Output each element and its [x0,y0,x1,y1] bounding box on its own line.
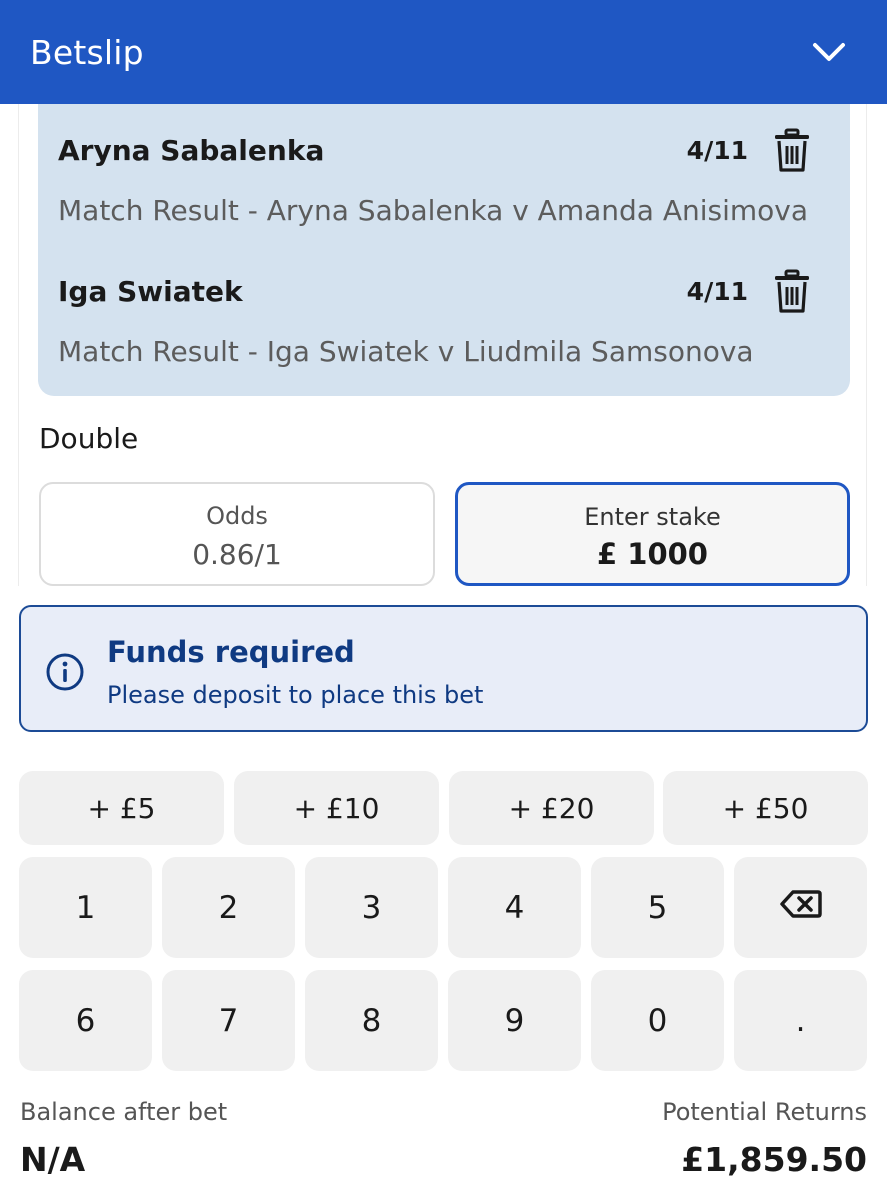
potential-returns-value: £1,859.50 [681,1140,867,1179]
balance-after-bet-label: Balance after bet [20,1098,228,1126]
chevron-down-icon[interactable] [809,32,849,72]
key-0[interactable]: 0 [591,970,724,1071]
key-7[interactable]: 7 [162,970,295,1071]
selection-odds: 4/11 [686,277,748,306]
selection-name: Aryna Sabalenka [58,134,325,167]
quick-stake-50-button[interactable]: + £50 [663,771,868,845]
backspace-key[interactable] [734,857,867,958]
betslip-title: Betslip [30,32,144,72]
key-decimal[interactable]: . [734,970,867,1071]
info-icon [45,652,85,692]
trash-icon[interactable] [772,128,812,174]
quick-stake-20-button[interactable]: + £20 [449,771,654,845]
quick-stake-10-button[interactable]: + £10 [234,771,439,845]
selection-market: Match Result - Aryna Sabalenka v Amanda … [58,194,809,227]
selection-market: Match Result - Iga Swiatek v Liudmila Sa… [58,335,754,368]
funds-required-alert: Funds required Please deposit to place t… [19,605,868,732]
stake-input[interactable]: Enter stake £ 1000 [455,482,850,586]
key-2[interactable]: 2 [162,857,295,958]
key-9[interactable]: 9 [448,970,581,1071]
key-8[interactable]: 8 [305,970,438,1071]
backspace-icon [779,889,822,927]
key-1[interactable]: 1 [19,857,152,958]
potential-returns-label: Potential Returns [662,1098,867,1126]
betslip-content[interactable]: Aryna Sabalenka 4/11 Match Result - Aryn… [18,104,867,586]
selections-list: Aryna Sabalenka 4/11 Match Result - Aryn… [38,104,850,396]
odds-label: Odds [206,502,268,530]
trash-icon[interactable] [772,269,812,315]
alert-title: Funds required [107,635,355,669]
key-4[interactable]: 4 [448,857,581,958]
balance-after-bet-value: N/A [20,1140,86,1179]
key-6[interactable]: 6 [19,970,152,1071]
alert-message: Please deposit to place this bet [107,681,484,709]
selection-odds: 4/11 [686,136,748,165]
bet-type-label: Double [39,422,139,455]
odds-display: Odds 0.86/1 [39,482,435,586]
key-3[interactable]: 3 [305,857,438,958]
quick-stake-5-button[interactable]: + £5 [19,771,224,845]
key-5[interactable]: 5 [591,857,724,958]
stake-value: £ 1000 [597,537,708,571]
betslip-header: Betslip [0,0,887,104]
selection-name: Iga Swiatek [58,275,243,308]
odds-value: 0.86/1 [192,538,282,571]
stake-label: Enter stake [584,503,721,531]
